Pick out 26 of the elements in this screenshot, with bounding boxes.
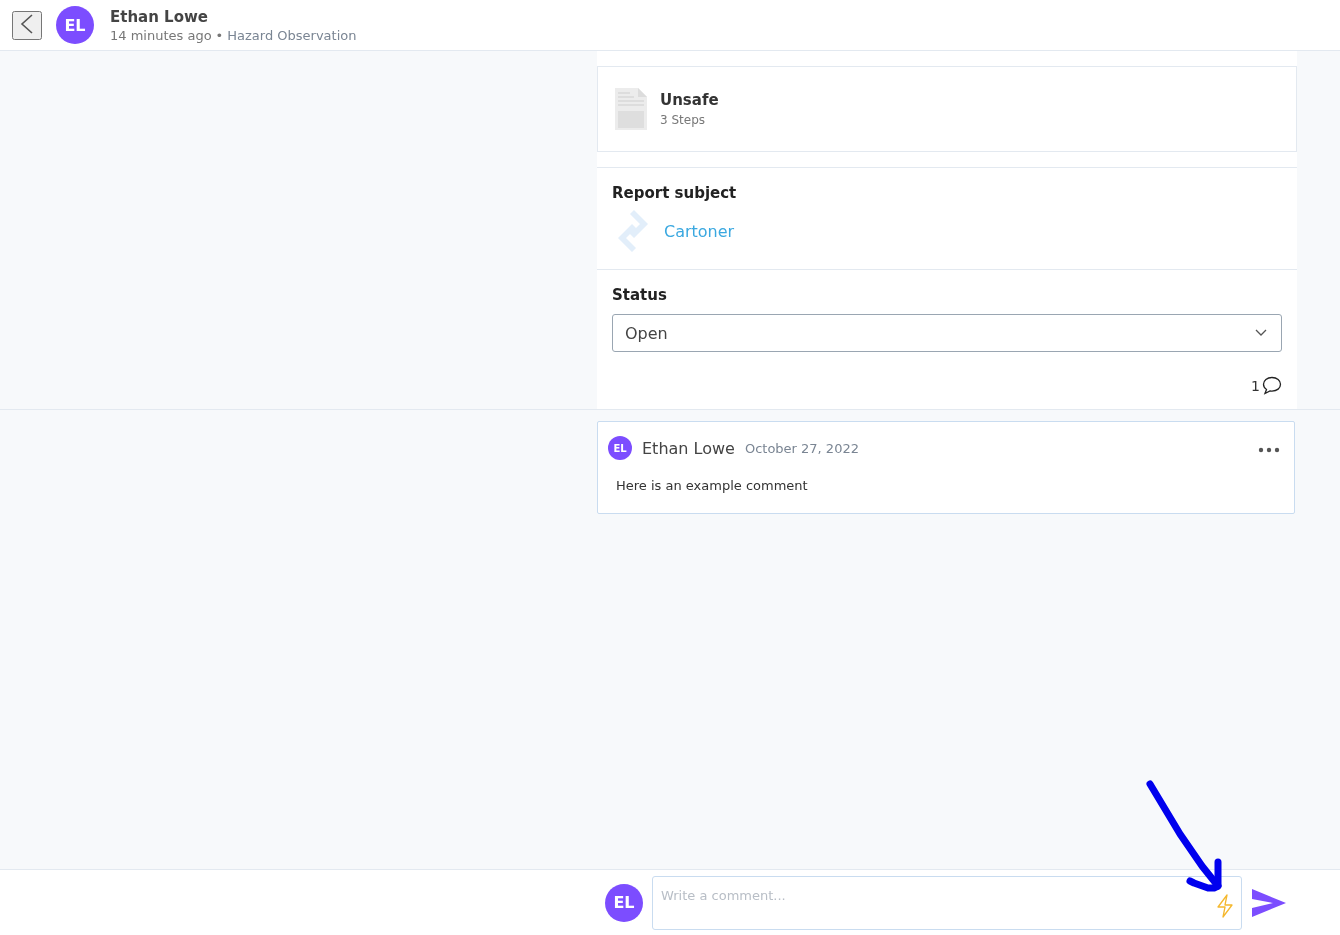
section-label: Status [612,286,668,304]
send-button[interactable] [1251,887,1287,918]
author-name: Ethan Lowe [110,7,209,26]
document-icon [614,87,648,131]
checklist-card[interactable]: Unsafe 3 Steps [597,66,1297,152]
chevron-left-icon [20,13,34,34]
steps-count: 3 Steps [660,113,707,127]
avatar: EL [605,883,643,922]
timestamp: 14 minutes ago [110,27,212,43]
comment-author: Ethan Lowe [642,438,735,458]
comment-date: October 27, 2022 [744,440,859,456]
section-label: Report subject [612,184,738,202]
back-button[interactable] [12,10,42,40]
subject-logo-icon [618,210,650,252]
speech-bubble-icon[interactable] [1262,376,1282,395]
comment-count: 1 [1251,377,1260,394]
comment-text: Here is an example comment [616,478,809,493]
separator: • [215,27,224,43]
checklist-title: Unsafe [660,91,719,109]
category-label: Hazard Observation [227,27,357,43]
status-dropdown[interactable]: Open [612,314,1282,352]
more-icon [1258,446,1280,453]
comment-input-field[interactable]: Write a comment... [652,875,1242,930]
chevron-down-icon [1255,329,1267,337]
avatar: EL [608,436,632,460]
avatar: EL [56,6,94,44]
